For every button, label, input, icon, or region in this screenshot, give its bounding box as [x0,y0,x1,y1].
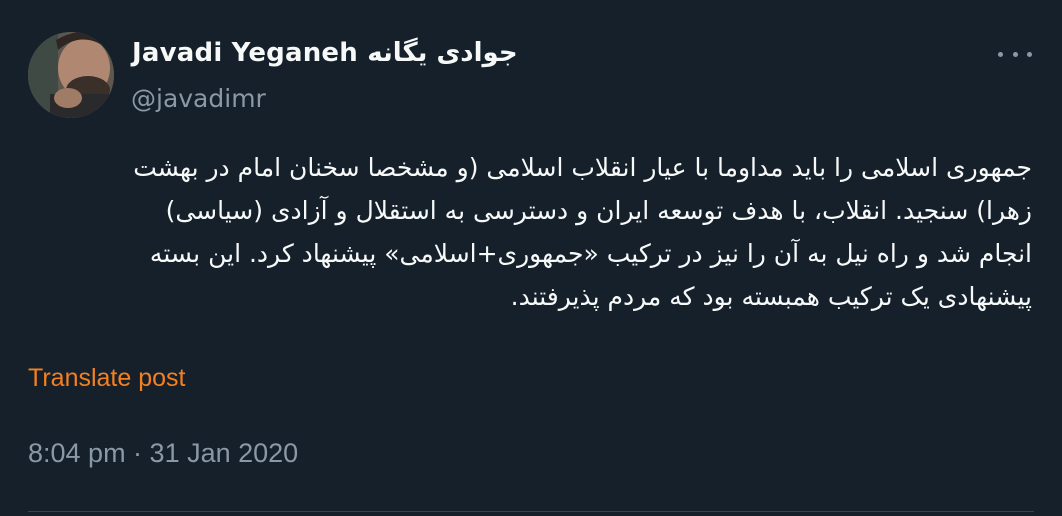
user-handle[interactable]: @javadimr [131,84,266,113]
avatar[interactable] [28,32,114,118]
divider [28,511,1034,512]
tweet-card: Javadi Yeganeh جوادی یگانه @javadimr جمه… [0,0,1062,516]
dot [1027,51,1032,57]
more-horizontal-icon[interactable] [998,44,1032,64]
timestamp[interactable]: 8:04 pm · 31 Jan 2020 [28,438,298,469]
tweet-text: جمهوری اسلامی را باید مداوما با عیار انق… [133,153,1032,311]
dot [1012,51,1018,57]
dot [998,51,1003,57]
display-name[interactable]: Javadi Yeganeh جوادی یگانه [132,38,518,68]
avatar-image [28,32,114,118]
translate-post-link[interactable]: Translate post [28,364,185,393]
